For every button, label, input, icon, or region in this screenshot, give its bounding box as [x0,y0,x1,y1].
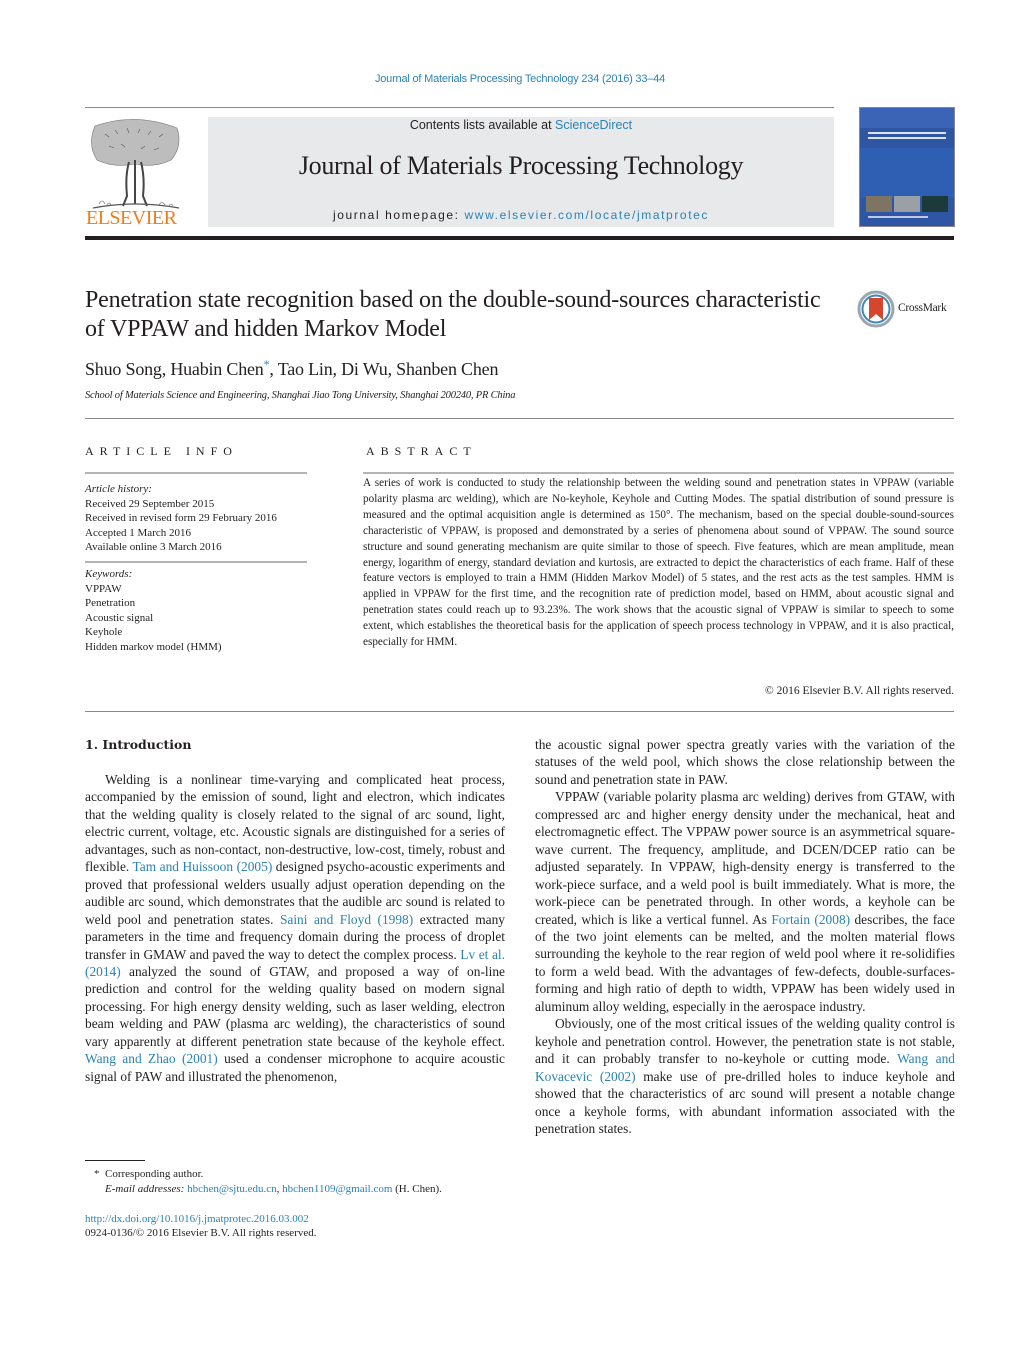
abstract-text: A series of work is conducted to study t… [363,477,954,649]
keywords-label: Keywords: [85,568,133,580]
history-item: Available online 3 March 2016 [85,541,222,553]
intro-paragraph-1-continued: the acoustic signal power spectra greatl… [535,737,955,787]
article-history: Article history: Received 29 September 2… [85,482,310,555]
abstract-divider [363,472,954,474]
author-affiliation: School of Materials Science and Engineer… [85,390,516,401]
history-item: Received in revised form 29 February 201… [85,512,277,524]
history-item: Accepted 1 March 2016 [85,526,191,539]
article-info-heading: ARTICLE INFO [85,444,238,458]
contents-available-line: Contents lists available at ScienceDirec… [208,117,834,133]
text-run: analyzed the sound of GTAW, and proposed… [85,963,505,1049]
introduction-heading: 1. Introduction [85,737,192,752]
crossmark-button[interactable]: CrossMark [857,290,957,330]
abstract-heading: ABSTRACT [366,444,477,458]
authors-first: Shuo Song, Huabin Chen [85,359,264,379]
email-label: E-mail addresses: [105,1183,185,1195]
body-left-column: Welding is a nonlinear time-varying and … [85,771,505,1085]
top-divider [85,107,834,108]
sciencedirect-link[interactable]: ScienceDirect [555,118,632,132]
journal-title: Journal of Materials Processing Technolo… [298,151,744,180]
cover-top-band [860,108,954,128]
cover-editor-line [868,216,928,218]
affiliation-divider [85,418,954,419]
email-note: E-mail addresses: hbchen@sjtu.edu.cn, hb… [105,1182,442,1196]
issn-copyright: 0924-0136/© 2016 Elsevier B.V. All right… [85,1227,317,1239]
keyword-item: Hidden markov model (HMM) [85,640,222,653]
keywords-divider [85,561,307,563]
citation-link[interactable]: Wang and Zhao (2001) [85,1051,218,1066]
journal-masthead: Contents lists available at ScienceDirec… [208,117,834,227]
cover-photo-2 [894,196,920,212]
footnote-marker: * [94,1168,100,1180]
elsevier-wordmark: ELSEVIER [86,207,177,229]
keyword-item: Keyhole [85,626,123,638]
citation-link[interactable]: Tam and Huissoon (2005) [133,859,273,874]
history-label: Article history: [85,483,152,495]
cover-middle-band [860,148,954,198]
journal-cover-thumbnail[interactable] [859,107,955,227]
abstract-bottom-divider [85,711,954,712]
text-run: VPPAW (variable polarity plasma arc weld… [535,789,955,927]
keyword-item: Penetration [85,597,136,609]
homepage-prefix: journal homepage: [332,208,465,222]
author-list: Shuo Song, Huabin Chen*, Tao Lin, Di Wu,… [85,357,498,380]
doi-link[interactable]: http://dx.doi.org/10.1016/j.jmatprotec.2… [85,1212,309,1226]
email-owner: (H. Chen). [392,1183,442,1195]
abstract-copyright: © 2016 Elsevier B.V. All rights reserved… [765,685,954,697]
cover-photo-3 [922,196,948,212]
corresponding-author-note: * Corresponding author. [94,1167,203,1181]
journal-homepage-line: journal homepage: www.elsevier.com/locat… [208,208,834,222]
corresponding-author-label: Corresponding author. [105,1168,204,1180]
cover-title-lines [868,132,946,142]
cover-photo-1 [866,196,892,212]
journal-reference-link[interactable]: Journal of Materials Processing Technolo… [0,73,1020,85]
homepage-link[interactable]: www.elsevier.com/locate/jmatprotec [465,208,709,222]
text-run: Obviously, one of the most critical issu… [535,1016,955,1067]
citation-link[interactable]: Saini and Floyd (1998) [280,912,413,927]
crossmark-label: CrossMark [898,302,947,314]
contents-prefix: Contents lists available at [409,118,556,132]
doi-text[interactable]: http://dx.doi.org/10.1016/j.jmatprotec.2… [85,1213,309,1225]
body-right-column: the acoustic signal power spectra greatl… [535,736,955,1137]
footnote-divider [85,1160,145,1161]
authors-rest: , Tao Lin, Di Wu, Shanben Chen [269,359,499,379]
keyword-item: Acoustic signal [85,611,154,624]
intro-paragraph-3: Obviously, one of the most critical issu… [535,1015,955,1137]
intro-paragraph-2: VPPAW (variable polarity plasma arc weld… [535,788,955,1015]
keywords-list: Keywords: VPPAW Penetration Acoustic sig… [85,567,310,654]
intro-paragraph-1: Welding is a nonlinear time-varying and … [85,771,505,1085]
keyword-item: VPPAW [85,582,122,595]
article-title: Penetration state recognition based on t… [85,287,821,342]
email-link[interactable]: hbchen@sjtu.edu.cn [187,1183,277,1195]
email-link[interactable]: hbchen1109@gmail.com [282,1183,392,1195]
citation-link[interactable]: Fortain (2008) [771,912,850,927]
history-item: Received 29 September 2015 [85,497,215,510]
header-thick-divider [85,236,954,240]
article-info-divider [85,472,307,474]
crossmark-icon [857,290,895,328]
